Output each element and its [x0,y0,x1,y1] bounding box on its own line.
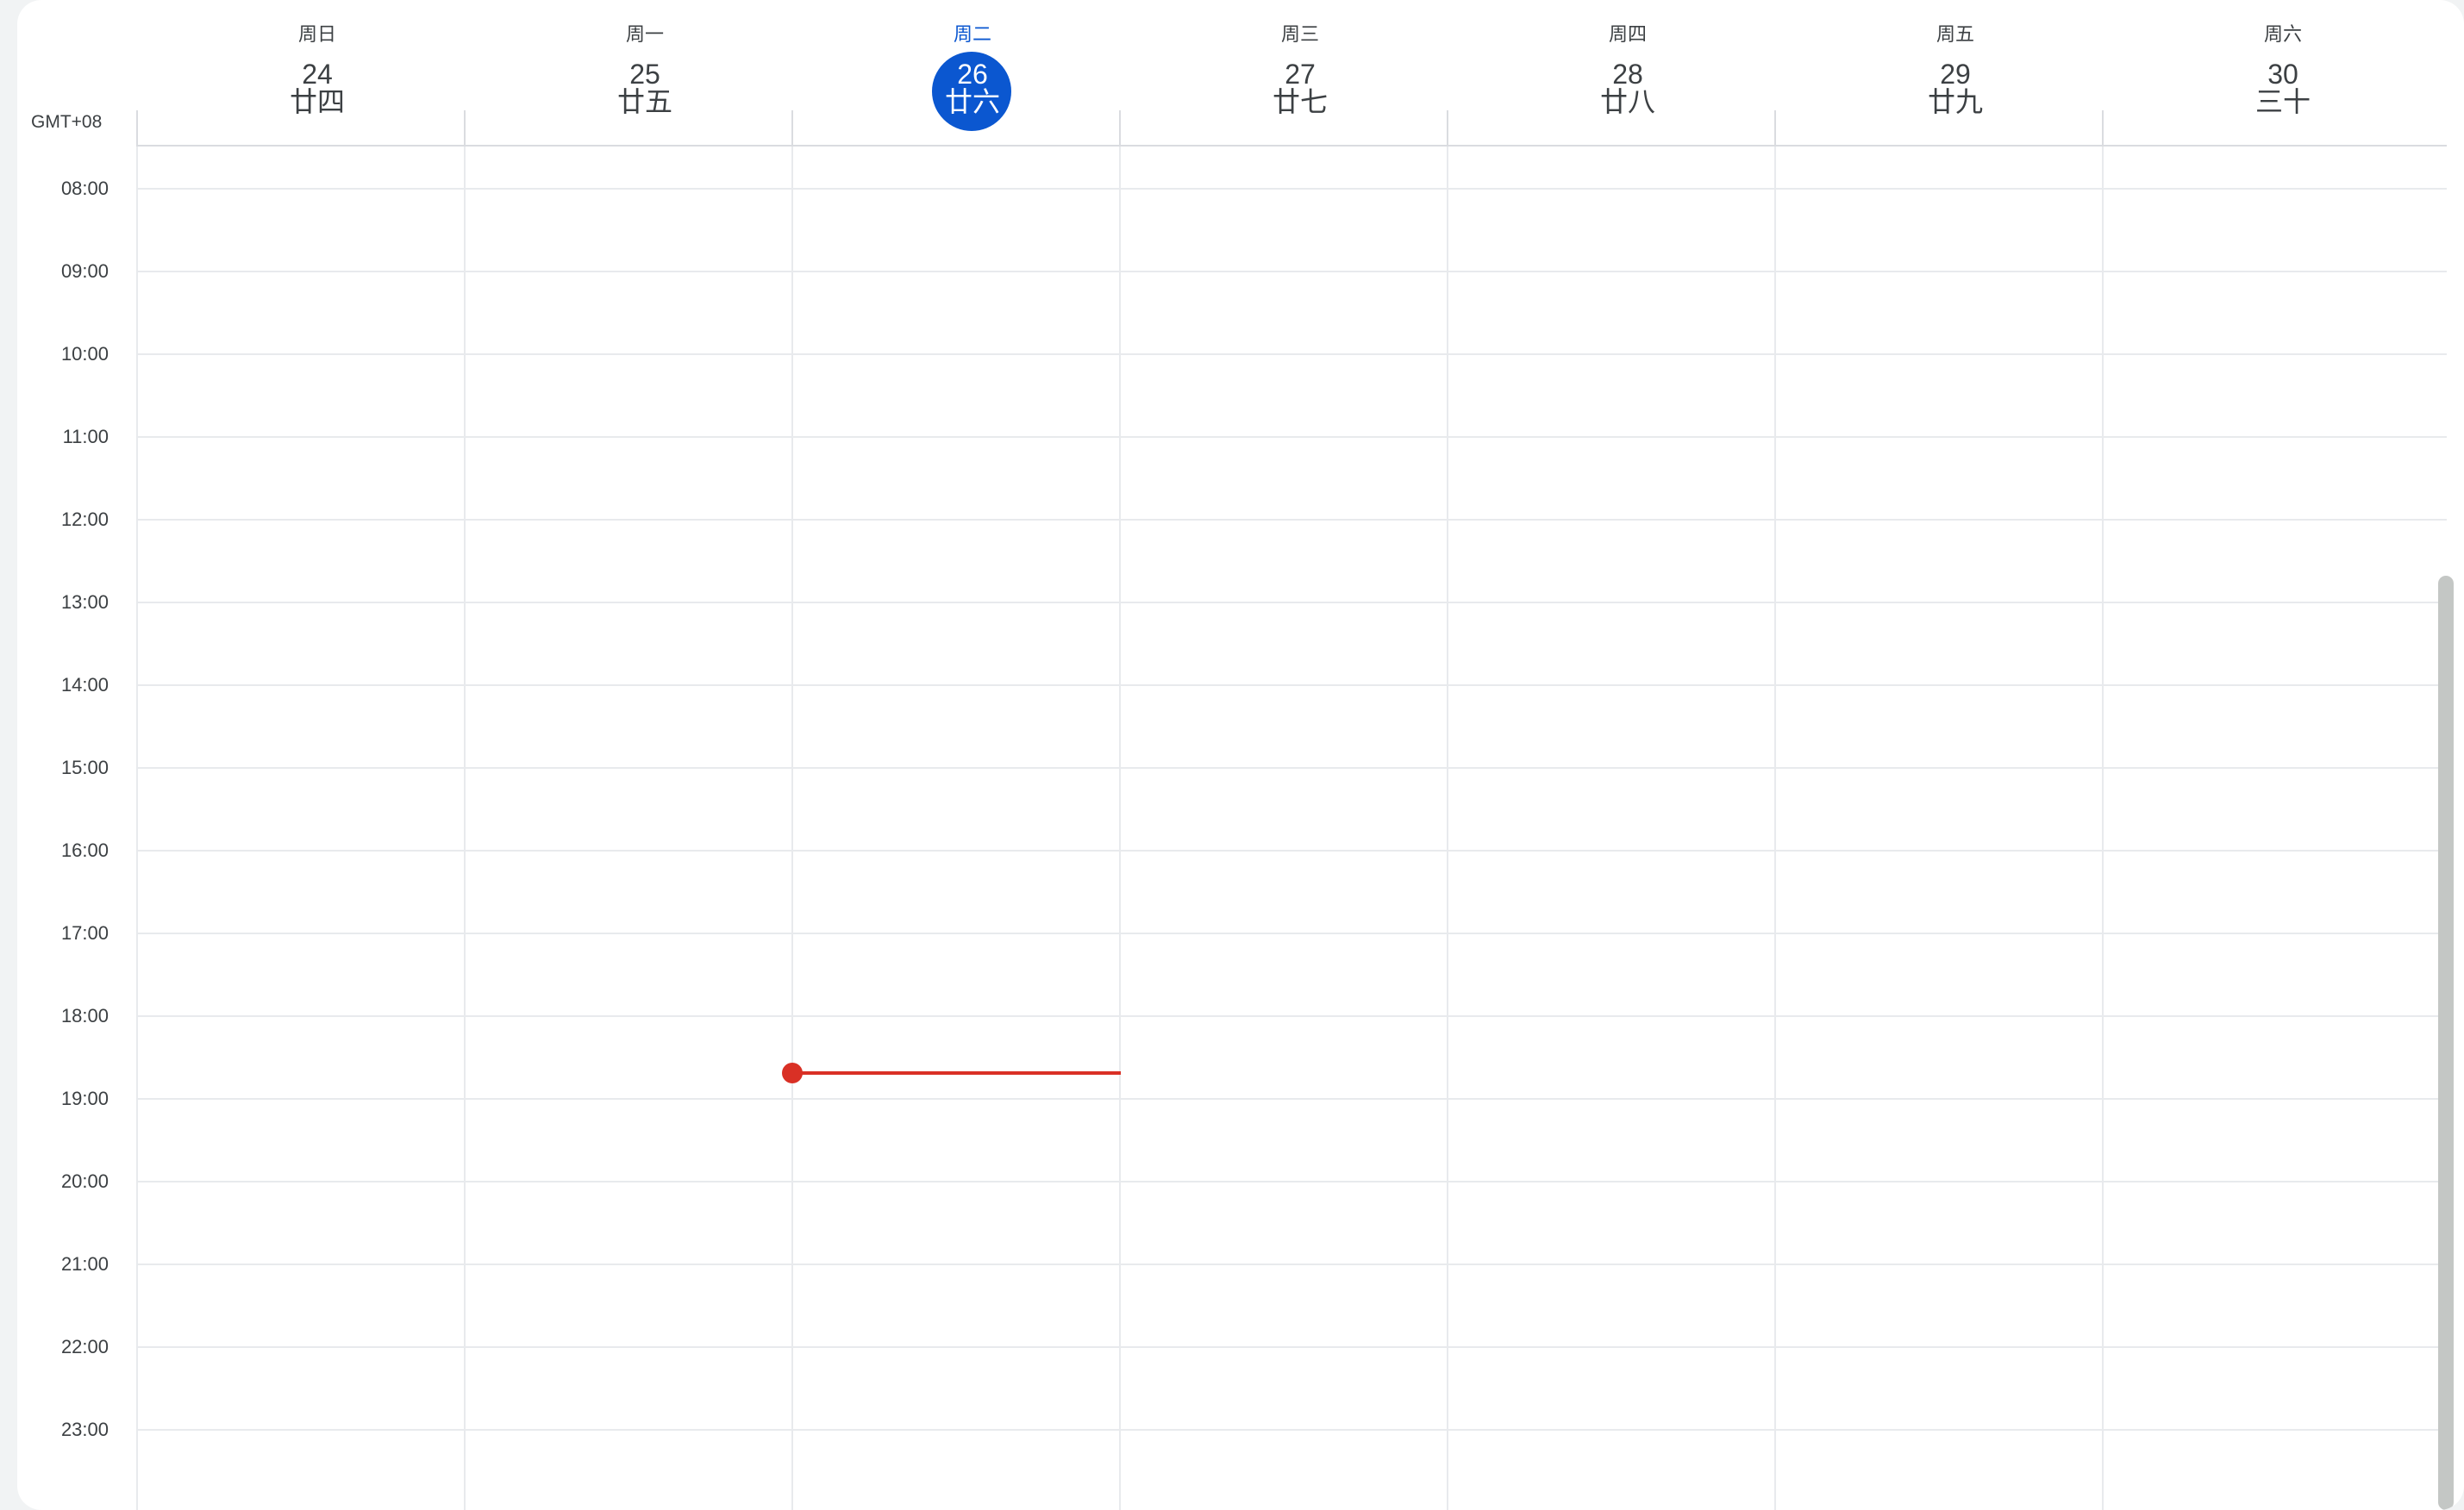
date-number[interactable]: 25 [481,60,809,88]
header-divider [1774,110,1776,145]
hour-label: 13:00 [60,591,109,613]
hour-gridline [136,188,2447,190]
day-column-divider [1119,147,1121,1510]
hour-label: 16:00 [60,839,109,861]
hour-label: 21:00 [60,1253,109,1275]
hour-label: 23:00 [60,1419,109,1440]
day-header-thu[interactable]: 周四 28 廿八 [1464,0,1792,145]
weekday-label: 周四 [1608,24,1647,46]
day-column-divider [791,147,793,1510]
date-number[interactable]: 26 [809,60,1136,88]
header-separator [136,145,2447,147]
hour-gridline [136,1015,2447,1017]
header-divider [464,110,466,145]
weekday-label: 周一 [625,24,664,46]
hour-gridline [136,1429,2447,1431]
hour-label: 15:00 [60,757,109,778]
hour-gridline [136,436,2447,438]
lunar-date: 三十 [2254,85,2311,118]
hour-gridline [136,602,2447,603]
hour-label: 10:00 [60,343,109,365]
hour-label: 17:00 [60,922,109,944]
current-time-dot [782,1063,803,1083]
hour-gridline [136,1181,2447,1182]
header-divider [1119,110,1121,145]
day-header-sat[interactable]: 周六 30 三十 [2119,0,2447,145]
header-divider [2102,110,2104,145]
hour-gridline [136,353,2447,355]
hour-gridline [136,1098,2447,1100]
header-divider [1447,110,1448,145]
hour-label: 11:00 [62,426,109,447]
weekday-label: 周日 [297,24,336,46]
weekday-label: 周六 [2263,24,2302,46]
weekday-label: 周三 [1280,24,1319,46]
day-header-fri[interactable]: 周五 29 廿九 [1792,0,2119,145]
hour-gridline [136,519,2447,521]
week-view-panel: GMT+08 周日 24 廿四 周一 25 廿五 周二 26 廿六 周三 27 … [17,0,2464,1510]
hour-label: 14:00 [60,674,109,696]
date-number[interactable]: 30 [2119,60,2447,88]
vertical-scrollbar[interactable] [2438,576,2454,1510]
hour-label: 08:00 [60,178,109,199]
hour-gridline [136,1264,2447,1265]
hour-gridline [136,850,2447,852]
timezone-label: GMT+08 [31,112,103,132]
date-number[interactable]: 28 [1464,60,1792,88]
hour-label: 19:00 [60,1088,109,1109]
weekday-label: 周五 [1936,24,1974,46]
hour-gridline [136,767,2447,769]
lunar-date: 廿七 [1272,85,1328,118]
hour-gridline [136,1346,2447,1348]
lunar-date: 廿八 [1599,85,1655,118]
hour-gridline [136,684,2447,686]
day-column-divider [1447,147,1448,1510]
day-column-divider [2102,147,2104,1510]
header-divider [136,110,138,145]
lunar-date: 廿四 [289,85,345,118]
lunar-date: 廿九 [1927,85,1983,118]
day-header-wed[interactable]: 周三 27 廿七 [1136,0,1464,145]
hour-gridline [136,271,2447,272]
header-divider [791,110,793,145]
day-column-divider [464,147,466,1510]
weekday-label: 周二 [953,24,991,46]
date-number[interactable]: 24 [153,60,481,88]
hour-label: 18:00 [60,1005,109,1026]
lunar-date: 廿六 [944,85,1000,118]
lunar-date: 廿五 [616,85,672,118]
hour-label: 12:00 [60,509,109,530]
hour-gridline [136,933,2447,934]
day-header-sun[interactable]: 周日 24 廿四 [153,0,481,145]
day-column-divider [1774,147,1776,1510]
hour-label: 09:00 [60,260,109,282]
current-time-line [793,1071,1121,1075]
hour-label: 22:00 [60,1336,109,1357]
hour-label: 20:00 [60,1170,109,1192]
date-number[interactable]: 27 [1136,60,1464,88]
day-header-tue-today[interactable]: 周二 26 廿六 [809,0,1136,145]
day-header-mon[interactable]: 周一 25 廿五 [481,0,809,145]
date-number[interactable]: 29 [1792,60,2119,88]
day-column-divider [136,147,138,1510]
